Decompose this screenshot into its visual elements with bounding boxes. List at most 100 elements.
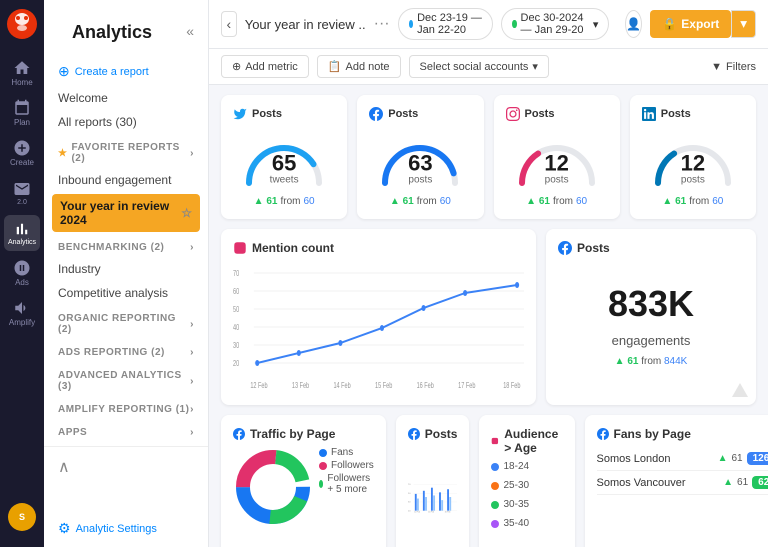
date-range-1[interactable]: Dec 23-19 — Jan 22-20 xyxy=(398,8,494,40)
nav-competitive-analysis[interactable]: Competitive analysis xyxy=(44,281,208,305)
engagements-unit: engagements xyxy=(558,333,744,348)
nav-analytic-settings[interactable]: ⚙ Analytic Settings xyxy=(44,510,208,547)
bottom-section: Traffic by Page Fans xyxy=(221,415,756,547)
metric-label-instagram: Posts xyxy=(525,108,555,120)
sidebar-avatar[interactable]: S xyxy=(8,503,36,531)
nav-inbound-engagement[interactable]: Inbound engagement xyxy=(44,168,208,192)
nav-title: Analytics xyxy=(58,10,166,51)
sidebar-item-inbox[interactable]: 2.0 xyxy=(4,175,40,211)
engagements-card: Posts 833K engagements ▲ 61 from 844K xyxy=(546,229,756,405)
audience-title: Audience > Age xyxy=(504,427,562,455)
metric-card-linkedin: Posts 12 posts ▲ 61 from 60 xyxy=(630,95,756,219)
svg-text:13 Feb: 13 Feb xyxy=(292,382,309,390)
nav-collapse-button[interactable]: « xyxy=(186,23,194,39)
nav-welcome[interactable]: Welcome xyxy=(44,86,208,110)
export-button-group[interactable]: 🔒 Export ▾ xyxy=(650,10,756,38)
gauge-linkedin: 12 posts xyxy=(648,133,738,188)
gauge-facebook: 63 posts xyxy=(375,133,465,188)
nav-panel: Analytics « ⊕ Create a report Welcome Al… xyxy=(44,0,209,547)
traffic-by-page-card: Traffic by Page Fans xyxy=(221,415,386,547)
more-options-button[interactable]: ··· xyxy=(374,15,390,33)
svg-text:18 Feb: 18 Feb xyxy=(503,382,520,390)
metric-card-instagram: Posts 12 posts ▲ 61 from 60 xyxy=(494,95,620,219)
sidebar-item-analytics[interactable]: Analytics xyxy=(4,215,40,251)
metric-cards: Posts 65 tweets ▲ 61 from 60 xyxy=(221,95,756,219)
main-content: ‹ Your year in review .. ··· Dec 23-19 —… xyxy=(209,0,768,547)
metric-card-facebook: Posts 63 posts ▲ 61 from 60 xyxy=(357,95,483,219)
sidebar-item-ads[interactable]: Ads xyxy=(4,255,40,291)
triangle-decoration xyxy=(732,383,748,397)
back-button[interactable]: ‹ xyxy=(221,11,237,37)
add-metric-button[interactable]: ⊕ Add metric xyxy=(221,55,309,78)
svg-text:50: 50 xyxy=(408,493,411,495)
sidebar-item-create[interactable]: Create xyxy=(4,135,40,171)
nav-section-favorites[interactable]: ★ FAVORITE REPORTS (2) › xyxy=(44,134,208,168)
date-range-2[interactable]: Dec 30-2024 — Jan 29-20 ▾ xyxy=(501,8,609,40)
posts-bar-chart: 70 50 30 20 xyxy=(408,447,458,547)
svg-text:12 Feb: 12 Feb xyxy=(250,382,267,390)
svg-text:15 Feb: 15 Feb xyxy=(375,382,392,390)
fans-row-london: Somos London ▲ 61 126K xyxy=(597,447,768,471)
select-accounts-button[interactable]: Select social accounts ▾ xyxy=(409,55,549,78)
create-report-button[interactable]: ⊕ Create a report xyxy=(44,57,208,86)
posts-bar-card: Posts 70 50 30 20 xyxy=(396,415,470,547)
svg-text:70: 70 xyxy=(233,270,239,278)
logo[interactable] xyxy=(6,8,38,43)
traffic-legend: Fans Followers Followers + 5 more xyxy=(319,447,374,497)
svg-text:12 Feb: 12 Feb xyxy=(414,512,420,514)
mention-count-card: Mention count 70 60 50 xyxy=(221,229,536,405)
audience-chart-area: 5000 4000 3000 xyxy=(491,535,562,547)
fans-by-page-card: Fans by Page Somos London ▲ 61 126K Somo… xyxy=(585,415,768,547)
nav-all-reports[interactable]: All reports (30) xyxy=(44,110,208,134)
nav-section-apps[interactable]: APPS › xyxy=(44,419,208,442)
sidebar-item-home[interactable]: Home xyxy=(4,55,40,91)
traffic-title: Traffic by Page xyxy=(250,427,335,441)
metric-card-twitter: Posts 65 tweets ▲ 61 from 60 xyxy=(221,95,347,219)
actionbar: ⊕ Add metric 📋 Add note Select social ac… xyxy=(209,49,768,85)
export-dropdown-button[interactable]: ▾ xyxy=(731,10,756,38)
svg-text:14 Feb: 14 Feb xyxy=(333,382,350,390)
chart-section: Mention count 70 60 50 xyxy=(221,229,756,405)
engagements-label: Posts xyxy=(577,241,610,255)
filters-button[interactable]: ▼ Filters xyxy=(711,61,756,73)
report-title: Your year in review .. xyxy=(245,17,366,32)
add-note-button[interactable]: 📋 Add note xyxy=(317,55,401,78)
donut-chart xyxy=(233,447,313,530)
user-avatar-button[interactable]: 👤 xyxy=(625,10,642,38)
sidebar: Home Plan Create 2.0 Analytics Ads Ampli… xyxy=(0,0,44,547)
topbar: ‹ Your year in review .. ··· Dec 23-19 —… xyxy=(209,0,768,49)
svg-text:70: 70 xyxy=(408,484,411,486)
export-button[interactable]: 🔒 Export xyxy=(650,10,731,38)
sidebar-item-plan[interactable]: Plan xyxy=(4,95,40,131)
audience-age-card: Audience > Age 18-24 25-30 30-35 35-40 5… xyxy=(479,415,574,547)
mention-chart-area: 70 60 50 40 30 20 xyxy=(233,263,524,393)
nav-scroll-up[interactable]: ∧ xyxy=(44,451,208,483)
fans-title: Fans by Page xyxy=(614,427,691,441)
metric-label-linkedin: Posts xyxy=(661,108,691,120)
metric-label-facebook: Posts xyxy=(388,108,418,120)
svg-text:20: 20 xyxy=(233,360,239,368)
svg-text:17 Feb: 17 Feb xyxy=(458,382,475,390)
sidebar-item-amplify[interactable]: Amplify xyxy=(4,295,40,331)
nav-section-benchmarking[interactable]: BENCHMARKING (2) › xyxy=(44,234,208,257)
nav-industry[interactable]: Industry xyxy=(44,257,208,281)
svg-text:30: 30 xyxy=(233,342,239,350)
svg-text:60: 60 xyxy=(233,288,239,296)
content-area: Posts 65 tweets ▲ 61 from 60 xyxy=(209,85,768,547)
engagements-value: 833K xyxy=(558,283,744,325)
nav-section-amplify[interactable]: AMPLIFY REPORTING (1) › xyxy=(44,396,208,419)
gauge-instagram: 12 posts xyxy=(512,133,602,188)
nav-section-ads[interactable]: ADS REPORTING (2) › xyxy=(44,339,208,362)
mention-count-title: Mention count xyxy=(252,241,334,255)
svg-text:14 Feb: 14 Feb xyxy=(428,512,434,514)
audience-legend: 18-24 25-30 30-35 35-40 xyxy=(491,461,562,531)
svg-text:50: 50 xyxy=(233,306,239,314)
metric-label-twitter: Posts xyxy=(252,108,282,120)
nav-active-report[interactable]: Your year in review 2024 ☆ xyxy=(52,194,200,232)
svg-text:30: 30 xyxy=(408,502,411,504)
svg-text:40: 40 xyxy=(233,324,239,332)
posts-bar-title: Posts xyxy=(425,427,458,441)
svg-text:16 Feb: 16 Feb xyxy=(417,382,434,390)
nav-section-organic[interactable]: ORGANIC REPORTING (2) › xyxy=(44,305,208,339)
nav-section-advanced[interactable]: ADVANCED ANALYTICS (3) › xyxy=(44,362,208,396)
